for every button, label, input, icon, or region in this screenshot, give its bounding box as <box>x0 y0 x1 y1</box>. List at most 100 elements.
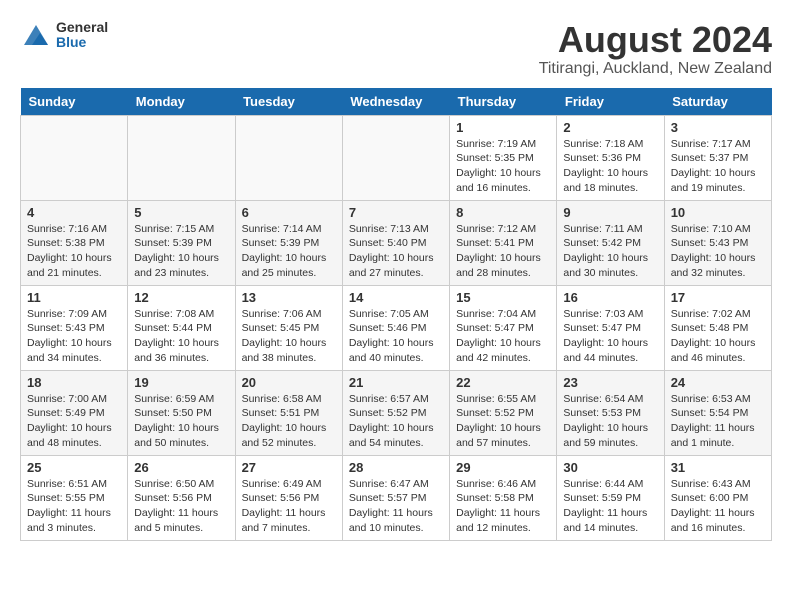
header-thursday: Thursday <box>450 88 557 116</box>
day-number: 20 <box>242 375 336 390</box>
day-info: Sunrise: 7:17 AM Sunset: 5:37 PM Dayligh… <box>671 137 765 196</box>
day-number: 4 <box>27 205 121 220</box>
calendar-cell: 15 Sunrise: 7:04 AM Sunset: 5:47 PM Dayli… <box>450 285 557 370</box>
calendar-table: SundayMondayTuesdayWednesdayThursdayFrid… <box>20 88 772 541</box>
calendar-cell <box>235 115 342 200</box>
day-number: 12 <box>134 290 228 305</box>
header-friday: Friday <box>557 88 664 116</box>
day-number: 19 <box>134 375 228 390</box>
calendar-week-5: 25 Sunrise: 6:51 AM Sunset: 5:55 PM Dayli… <box>21 455 772 540</box>
header-tuesday: Tuesday <box>235 88 342 116</box>
calendar-cell: 21Sunrise: 6:57 AM Sunset: 5:52 PM Dayli… <box>342 370 449 455</box>
location-title: Titirangi, Auckland, New Zealand <box>539 60 772 78</box>
header-sunday: Sunday <box>21 88 128 116</box>
day-number: 27 <box>242 460 336 475</box>
day-number: 22 <box>456 375 550 390</box>
calendar-cell: 8 Sunrise: 7:12 AM Sunset: 5:41 PM Daylig… <box>450 200 557 285</box>
day-info: Sunrise: 7:05 AM Sunset: 5:46 PM Dayligh… <box>349 307 443 366</box>
calendar-week-4: 18Sunrise: 7:00 AM Sunset: 5:49 PM Dayli… <box>21 370 772 455</box>
day-info: Sunrise: 6:51 AM Sunset: 5:55 PM Dayligh… <box>27 477 121 536</box>
day-number: 25 <box>27 460 121 475</box>
calendar-cell: 19 Sunrise: 6:59 AM Sunset: 5:50 PM Dayli… <box>128 370 235 455</box>
day-info: Sunrise: 7:16 AM Sunset: 5:38 PM Dayligh… <box>27 222 121 281</box>
day-number: 3 <box>671 120 765 135</box>
calendar-cell: 25 Sunrise: 6:51 AM Sunset: 5:55 PM Dayli… <box>21 455 128 540</box>
calendar-cell: 14 Sunrise: 7:05 AM Sunset: 5:46 PM Dayli… <box>342 285 449 370</box>
day-info: Sunrise: 6:59 AM Sunset: 5:50 PM Dayligh… <box>134 392 228 451</box>
day-info: Sunrise: 7:15 AM Sunset: 5:39 PM Dayligh… <box>134 222 228 281</box>
day-number: 11 <box>27 290 121 305</box>
calendar-cell: 16 Sunrise: 7:03 AM Sunset: 5:47 PM Dayli… <box>557 285 664 370</box>
day-info: Sunrise: 6:55 AM Sunset: 5:52 PM Dayligh… <box>456 392 550 451</box>
day-number: 8 <box>456 205 550 220</box>
day-info: Sunrise: 7:03 AM Sunset: 5:47 PM Dayligh… <box>563 307 657 366</box>
day-info: Sunrise: 7:10 AM Sunset: 5:43 PM Dayligh… <box>671 222 765 281</box>
day-info: Sunrise: 7:08 AM Sunset: 5:44 PM Dayligh… <box>134 307 228 366</box>
day-number: 29 <box>456 460 550 475</box>
logo-general-text: General <box>56 20 108 35</box>
calendar-cell: 28 Sunrise: 6:47 AM Sunset: 5:57 PM Dayli… <box>342 455 449 540</box>
day-info: Sunrise: 6:50 AM Sunset: 5:56 PM Dayligh… <box>134 477 228 536</box>
calendar-cell: 1 Sunrise: 7:19 AM Sunset: 5:35 PM Daylig… <box>450 115 557 200</box>
day-number: 9 <box>563 205 657 220</box>
day-info: Sunrise: 6:58 AM Sunset: 5:51 PM Dayligh… <box>242 392 336 451</box>
calendar-cell: 30Sunrise: 6:44 AM Sunset: 5:59 PM Dayli… <box>557 455 664 540</box>
day-info: Sunrise: 6:47 AM Sunset: 5:57 PM Dayligh… <box>349 477 443 536</box>
calendar-cell: 24 Sunrise: 6:53 AM Sunset: 5:54 PM Dayli… <box>664 370 771 455</box>
day-info: Sunrise: 6:43 AM Sunset: 6:00 PM Dayligh… <box>671 477 765 536</box>
day-number: 24 <box>671 375 765 390</box>
calendar-cell: 13Sunrise: 7:06 AM Sunset: 5:45 PM Dayli… <box>235 285 342 370</box>
calendar-week-1: 1 Sunrise: 7:19 AM Sunset: 5:35 PM Daylig… <box>21 115 772 200</box>
day-number: 30 <box>563 460 657 475</box>
calendar-cell: 26 Sunrise: 6:50 AM Sunset: 5:56 PM Dayli… <box>128 455 235 540</box>
calendar-cell: 23Sunrise: 6:54 AM Sunset: 5:53 PM Dayli… <box>557 370 664 455</box>
calendar-cell: 22 Sunrise: 6:55 AM Sunset: 5:52 PM Dayli… <box>450 370 557 455</box>
header-saturday: Saturday <box>664 88 771 116</box>
calendar-cell: 11 Sunrise: 7:09 AM Sunset: 5:43 PM Dayli… <box>21 285 128 370</box>
day-info: Sunrise: 7:00 AM Sunset: 5:49 PM Dayligh… <box>27 392 121 451</box>
logo: General Blue <box>20 20 108 51</box>
month-title: August 2024 <box>539 20 772 60</box>
day-info: Sunrise: 7:06 AM Sunset: 5:45 PM Dayligh… <box>242 307 336 366</box>
calendar-cell: 9 Sunrise: 7:11 AM Sunset: 5:42 PM Daylig… <box>557 200 664 285</box>
calendar-cell: 29Sunrise: 6:46 AM Sunset: 5:58 PM Dayli… <box>450 455 557 540</box>
title-section: August 2024 Titirangi, Auckland, New Zea… <box>539 20 772 78</box>
day-info: Sunrise: 7:09 AM Sunset: 5:43 PM Dayligh… <box>27 307 121 366</box>
day-info: Sunrise: 6:53 AM Sunset: 5:54 PM Dayligh… <box>671 392 765 451</box>
day-number: 1 <box>456 120 550 135</box>
calendar-cell <box>21 115 128 200</box>
day-number: 23 <box>563 375 657 390</box>
day-number: 26 <box>134 460 228 475</box>
day-number: 2 <box>563 120 657 135</box>
day-info: Sunrise: 7:11 AM Sunset: 5:42 PM Dayligh… <box>563 222 657 281</box>
day-info: Sunrise: 7:12 AM Sunset: 5:41 PM Dayligh… <box>456 222 550 281</box>
calendar-cell: 6Sunrise: 7:14 AM Sunset: 5:39 PM Daylig… <box>235 200 342 285</box>
day-number: 21 <box>349 375 443 390</box>
day-info: Sunrise: 7:19 AM Sunset: 5:35 PM Dayligh… <box>456 137 550 196</box>
calendar-cell: 7 Sunrise: 7:13 AM Sunset: 5:40 PM Daylig… <box>342 200 449 285</box>
calendar-cell: 3 Sunrise: 7:17 AM Sunset: 5:37 PM Daylig… <box>664 115 771 200</box>
calendar-cell <box>128 115 235 200</box>
calendar-header-row: SundayMondayTuesdayWednesdayThursdayFrid… <box>21 88 772 116</box>
day-info: Sunrise: 7:14 AM Sunset: 5:39 PM Dayligh… <box>242 222 336 281</box>
calendar-cell: 2Sunrise: 7:18 AM Sunset: 5:36 PM Daylig… <box>557 115 664 200</box>
day-number: 15 <box>456 290 550 305</box>
calendar-cell: 12 Sunrise: 7:08 AM Sunset: 5:44 PM Dayli… <box>128 285 235 370</box>
day-info: Sunrise: 7:04 AM Sunset: 5:47 PM Dayligh… <box>456 307 550 366</box>
calendar-week-3: 11 Sunrise: 7:09 AM Sunset: 5:43 PM Dayli… <box>21 285 772 370</box>
day-number: 28 <box>349 460 443 475</box>
day-number: 7 <box>349 205 443 220</box>
day-info: Sunrise: 6:49 AM Sunset: 5:56 PM Dayligh… <box>242 477 336 536</box>
calendar-cell: 18Sunrise: 7:00 AM Sunset: 5:49 PM Dayli… <box>21 370 128 455</box>
calendar-week-2: 4 Sunrise: 7:16 AM Sunset: 5:38 PM Daylig… <box>21 200 772 285</box>
calendar-cell: 10 Sunrise: 7:10 AM Sunset: 5:43 PM Dayli… <box>664 200 771 285</box>
day-number: 14 <box>349 290 443 305</box>
header-monday: Monday <box>128 88 235 116</box>
day-number: 16 <box>563 290 657 305</box>
day-number: 10 <box>671 205 765 220</box>
page-header: General Blue August 2024 Titirangi, Auck… <box>20 20 772 78</box>
calendar-cell: 4 Sunrise: 7:16 AM Sunset: 5:38 PM Daylig… <box>21 200 128 285</box>
day-number: 5 <box>134 205 228 220</box>
day-info: Sunrise: 7:02 AM Sunset: 5:48 PM Dayligh… <box>671 307 765 366</box>
day-info: Sunrise: 7:13 AM Sunset: 5:40 PM Dayligh… <box>349 222 443 281</box>
